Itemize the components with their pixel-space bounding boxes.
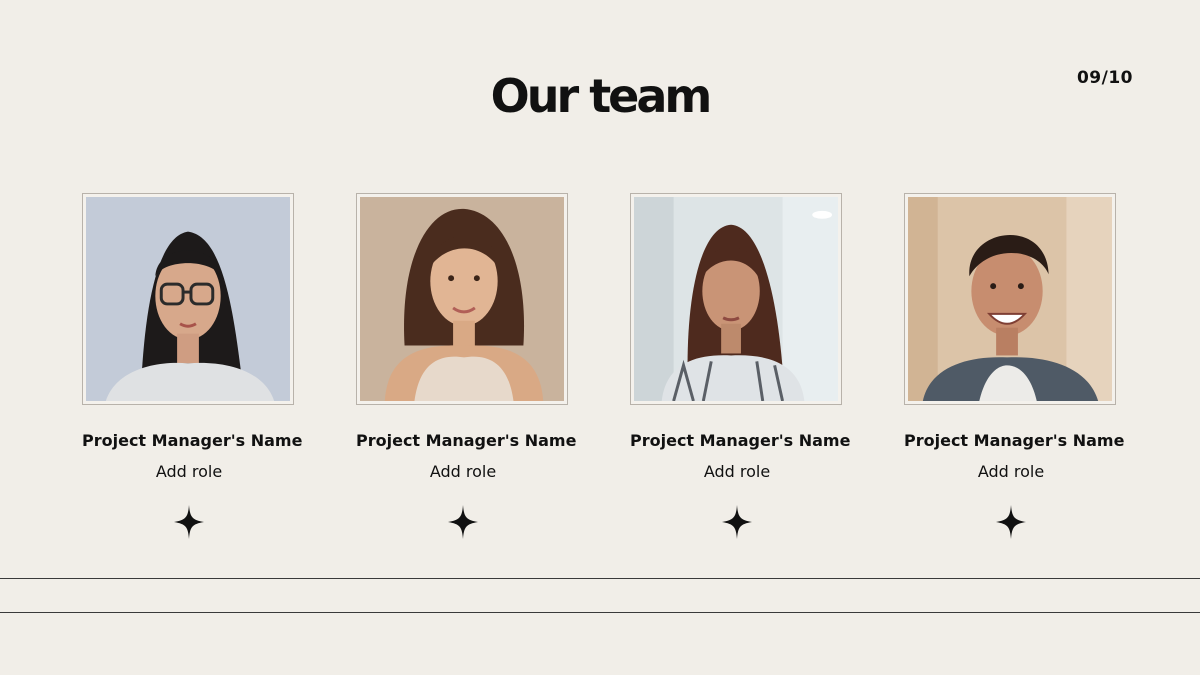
photo-frame (82, 193, 294, 405)
member-name[interactable]: Project Manager's Name (904, 431, 1124, 450)
slide-title: Our team (490, 69, 713, 123)
divider-line-bottom (0, 612, 1200, 613)
member-name[interactable]: Project Manager's Name (82, 431, 302, 450)
member-role[interactable]: Add role (630, 462, 844, 481)
page-number: 09/10 (1076, 68, 1133, 88)
member-photo[interactable] (86, 197, 290, 401)
four-point-star-icon (174, 505, 204, 539)
member-photo[interactable] (908, 197, 1112, 401)
four-point-star-icon (996, 505, 1026, 539)
member-name[interactable]: Project Manager's Name (356, 431, 576, 450)
team-member-card[interactable]: Project Manager's Name Add role (630, 193, 850, 539)
member-role[interactable]: Add role (82, 462, 296, 481)
photo-frame (630, 193, 842, 405)
photo-frame (904, 193, 1116, 405)
four-point-star-icon (448, 505, 478, 539)
member-name[interactable]: Project Manager's Name (630, 431, 850, 450)
member-role[interactable]: Add role (904, 462, 1118, 481)
four-point-star-icon (722, 505, 752, 539)
divider-line-top (0, 578, 1200, 579)
team-member-card[interactable]: Project Manager's Name Add role (356, 193, 576, 539)
team-member-card[interactable]: Project Manager's Name Add role (82, 193, 302, 539)
member-photo[interactable] (360, 197, 564, 401)
photo-frame (356, 193, 568, 405)
member-role[interactable]: Add role (356, 462, 570, 481)
member-photo[interactable] (634, 197, 838, 401)
slide: Our team 09/10 Project Manager's Name Ad… (0, 0, 1200, 675)
team-member-card[interactable]: Project Manager's Name Add role (904, 193, 1124, 539)
